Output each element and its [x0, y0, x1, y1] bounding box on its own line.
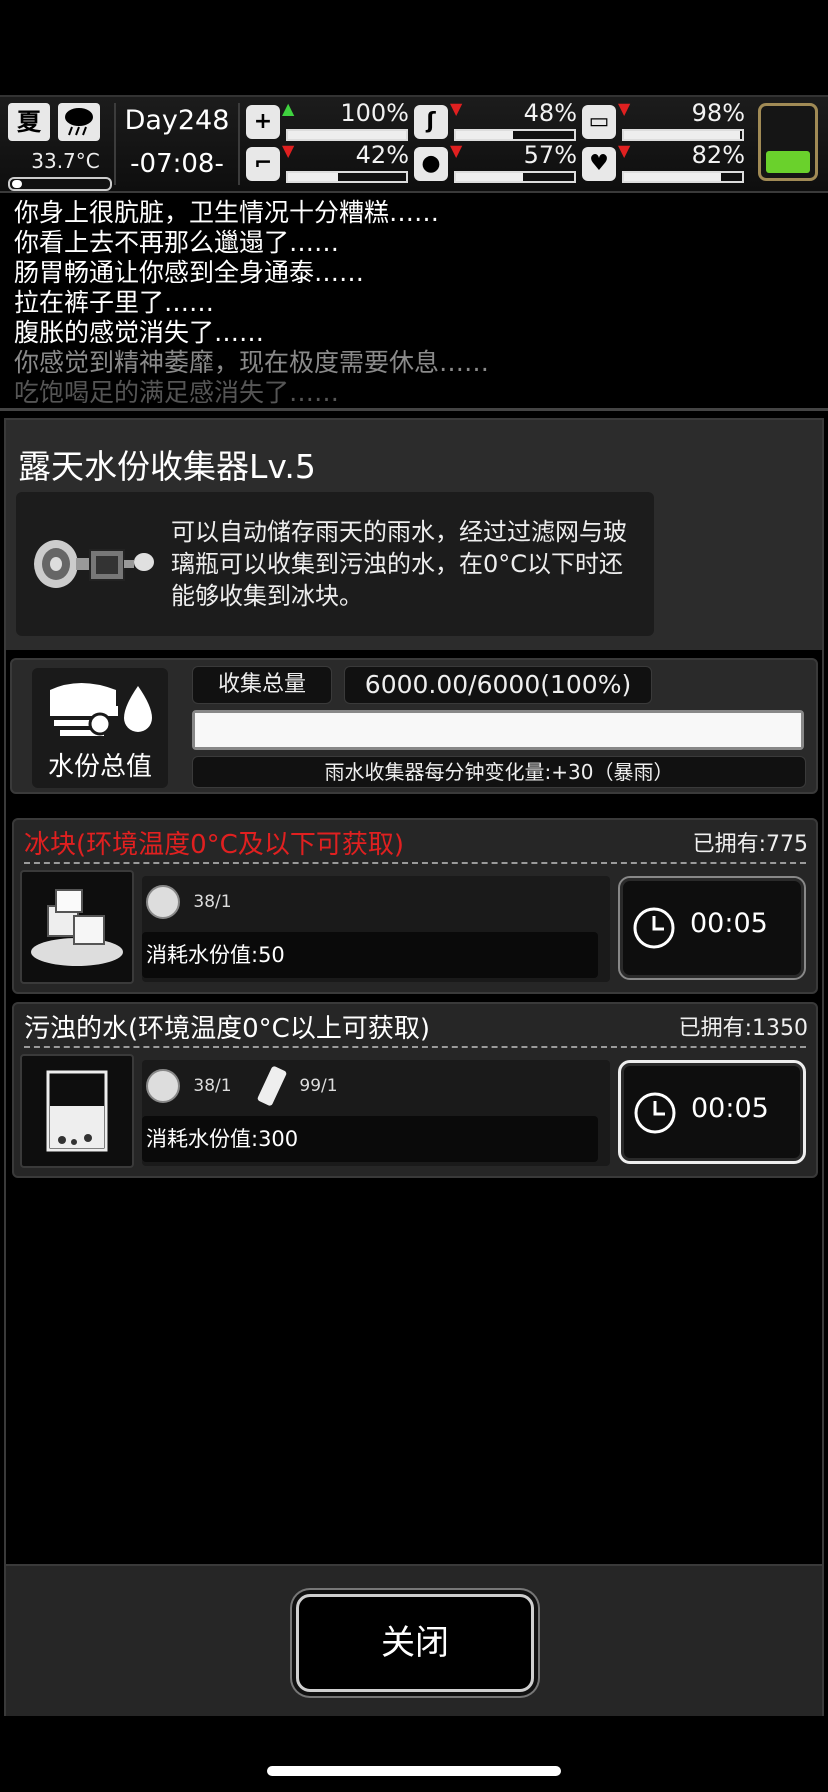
event-log: 你身上很肮脏，卫生情况十分糟糕…… 你看上去不再那么邋遢了…… 肠胃畅通让你感到… — [14, 198, 814, 408]
log-line: 拉在裤子里了…… — [14, 288, 215, 317]
stat-hygiene[interactable]: ▭ ▼ 98% — [582, 99, 747, 141]
panel-footer: 关闭 — [6, 1564, 822, 1716]
material-filter: 38/1 — [146, 1066, 232, 1106]
panel-header: 露天水份收集器Lv.5 可以自动储存雨天的雨水，经过过滤网与玻璃瓶可以收集到污浊… — [6, 420, 822, 650]
stat-hunger[interactable]: ʃ ▼ 48% — [414, 99, 579, 141]
collect-rate-text: 雨水收集器每分钟变化量:+30（暴雨） — [192, 756, 806, 788]
soap-icon: ▭ — [582, 105, 616, 139]
stat-health[interactable]: + ▲ 100% — [246, 99, 411, 141]
ice-block-icon — [20, 870, 134, 984]
water-collector-icon — [34, 540, 154, 588]
timer-text: 00:05 — [690, 908, 768, 939]
filter-mesh-icon — [146, 885, 180, 919]
log-line: 腹胀的感觉消失了…… — [14, 318, 265, 347]
water-total-label: 水份总值 — [47, 752, 152, 782]
stat-thirst[interactable]: ● ▼ 57% — [414, 141, 579, 183]
trend-down-icon: ▼ — [450, 141, 463, 160]
recipe-title: 冰块(环境温度0°C及以下可获取) — [24, 830, 404, 860]
water-collector-panel: 露天水份收集器Lv.5 可以自动储存雨天的雨水，经过过滤网与玻璃瓶可以收集到污浊… — [4, 418, 824, 1716]
heart-icon: ♥ — [582, 147, 616, 181]
first-aid-icon: + — [246, 105, 280, 139]
description-box: 可以自动储存雨天的雨水，经过过滤网与玻璃瓶可以收集到污浊的水，在0°C以下时还能… — [16, 492, 654, 636]
battery-icon[interactable] — [758, 103, 818, 181]
log-line: 肠胃畅通让你感到全身通泰…… — [14, 258, 365, 287]
glass-bottle-icon — [256, 1065, 288, 1107]
temperature: 33.7°C — [31, 149, 100, 173]
stat-value: 98% — [691, 99, 745, 127]
material-count: 38/1 — [193, 892, 232, 912]
stat-value: 57% — [523, 141, 577, 169]
log-line: 你看上去不再那么邋遢了…… — [14, 228, 340, 257]
thermometer-icon — [8, 177, 112, 191]
owned-count: 已拥有:775 — [692, 832, 808, 857]
material-count: 38/1 — [193, 1076, 232, 1096]
material-filter: 38/1 — [146, 882, 232, 922]
home-indicator[interactable] — [267, 1766, 561, 1776]
collector-drop-icon — [50, 683, 152, 736]
cost-text: 消耗水份值:300 — [142, 1116, 598, 1162]
season-weather: 夏 33.7°C — [8, 103, 116, 191]
trend-up-icon: ▲ — [282, 99, 295, 118]
stat-value: 42% — [355, 141, 409, 169]
water-total-section: 水份总值 收集总量 6000.00/6000(100%) 雨水收集器每分钟变化量… — [10, 658, 818, 794]
collect-total-label: 收集总量 — [192, 666, 332, 704]
water-drop-icon: ● — [414, 147, 448, 181]
log-line: 你身上很肮脏，卫生情况十分糟糕…… — [14, 198, 440, 227]
close-button[interactable]: 关闭 — [296, 1594, 534, 1692]
cost-text: 消耗水份值:50 — [142, 932, 598, 978]
stat-value: 100% — [340, 99, 409, 127]
recipe-dirty-water: 污浊的水(环境温度0°C以上可获取) 已拥有:1350 38/1 99/1 消耗… — [12, 1002, 818, 1178]
trend-down-icon: ▼ — [450, 99, 463, 118]
dirty-water-beaker-icon — [20, 1054, 134, 1168]
log-line: 吃饱喝足的满足感消失了…… — [14, 378, 340, 407]
material-glass-bottle: 99/1 — [256, 1065, 338, 1107]
status-bar: 夏 33.7°C Day248 -07:08- + ▲ 100% ʃ ▼ 48%… — [0, 95, 828, 193]
trend-down-icon: ▼ — [618, 99, 631, 118]
stat-value: 82% — [691, 141, 745, 169]
season-label: 夏 — [17, 108, 41, 136]
stat-value: 48% — [523, 99, 577, 127]
description-text: 可以自动储存雨天的雨水，经过过滤网与玻璃瓶可以收集到污浊的水，在0°C以下时还能… — [171, 518, 627, 610]
materials-box: 38/1 99/1 消耗水份值:300 — [142, 1060, 610, 1166]
stat-mood[interactable]: ♥ ▼ 82% — [582, 141, 747, 183]
collect-progress-bar — [192, 710, 804, 750]
material-count: 99/1 — [299, 1076, 338, 1096]
log-line: 你感觉到精神萎靡，现在极度需要休息…… — [14, 348, 490, 377]
filter-mesh-icon — [146, 1069, 180, 1103]
materials-box: 38/1 消耗水份值:50 — [142, 876, 610, 982]
owned-count: 已拥有:1350 — [678, 1016, 808, 1041]
recipe-title: 污浊的水(环境温度0°C以上可获取) — [24, 1014, 430, 1044]
stomach-icon: ʃ — [414, 105, 448, 139]
clock-icon — [633, 907, 675, 949]
water-total-icon-box: 水份总值 — [32, 668, 168, 788]
stat-stamina[interactable]: ⌐ ▼ 42% — [246, 141, 411, 183]
craft-timer-button[interactable]: 00:05 — [618, 876, 806, 980]
day-counter: Day248 — [124, 105, 230, 136]
craft-timer-button[interactable]: 00:05 — [618, 1060, 806, 1164]
recipe-ice: 冰块(环境温度0°C及以下可获取) 已拥有:775 38/1 消耗水份值:50 … — [12, 818, 818, 994]
storm-cloud-icon — [58, 103, 100, 141]
trend-down-icon: ▼ — [618, 141, 631, 160]
boot-icon: ⌐ — [246, 147, 280, 181]
divider — [0, 408, 828, 411]
trend-down-icon: ▼ — [282, 141, 295, 160]
game-clock: -07:08- — [130, 149, 224, 179]
clock-icon — [634, 1092, 676, 1134]
collect-total-value: 6000.00/6000(100%) — [344, 666, 652, 704]
panel-title: 露天水份收集器Lv.5 — [18, 447, 316, 486]
season-icon: 夏 — [8, 103, 50, 141]
timer-text: 00:05 — [691, 1093, 769, 1124]
